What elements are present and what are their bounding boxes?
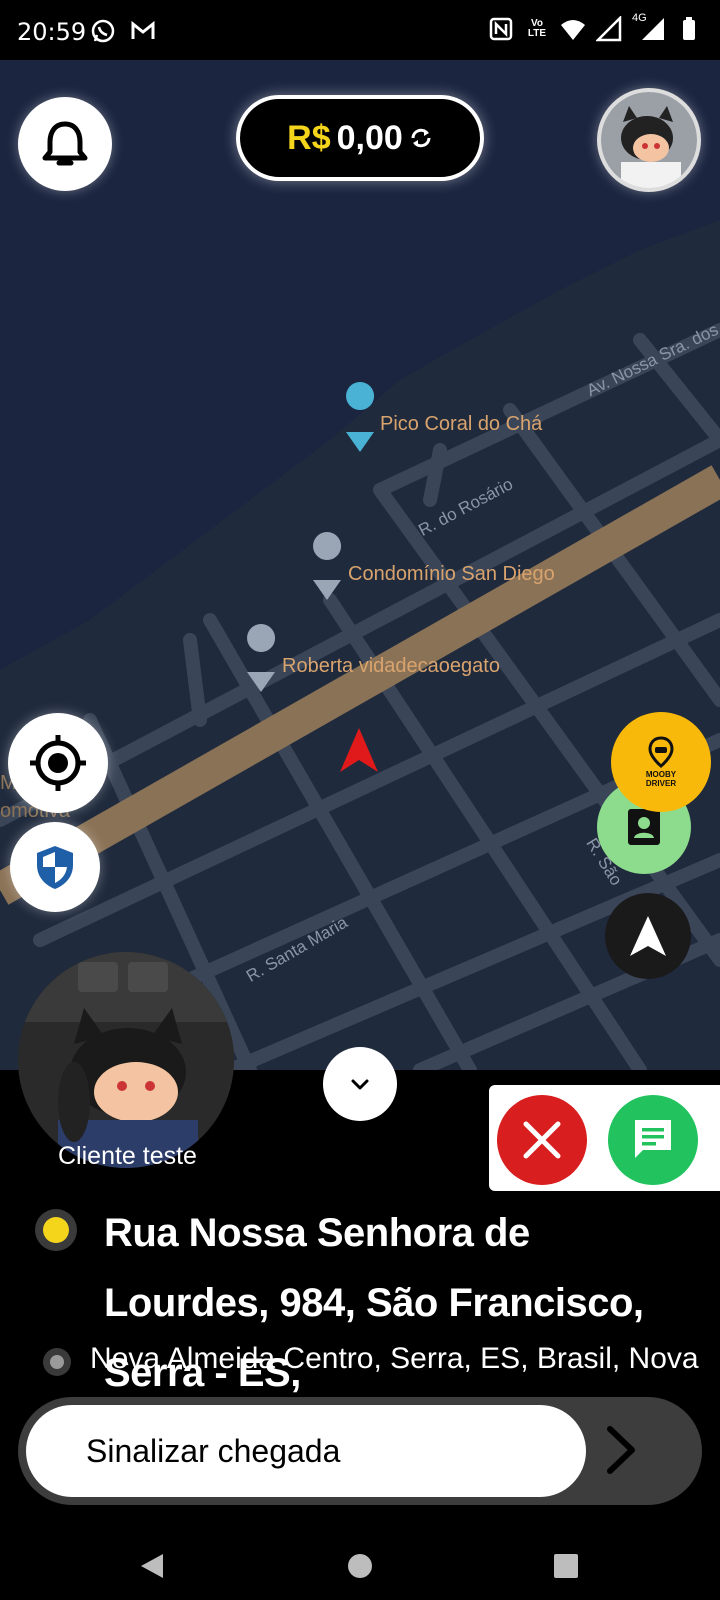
back-triangle-icon (141, 1554, 163, 1578)
home-circle-icon (348, 1554, 372, 1578)
arrival-slider[interactable]: Sinalizar chegada (18, 1397, 702, 1505)
refresh-icon (411, 128, 431, 148)
notifications-button[interactable] (18, 97, 112, 191)
client-avatar (18, 952, 234, 1168)
safety-button[interactable] (10, 822, 100, 912)
chevron-down-icon (351, 1079, 369, 1090)
poi-label[interactable]: Condomínio San Diego (348, 563, 555, 586)
volte-icon: Vo LTE (527, 18, 547, 39)
battery-icon (683, 17, 695, 40)
crosshair-icon (30, 735, 86, 791)
my-location-button[interactable] (8, 713, 108, 813)
chevron-right-icon (607, 1426, 635, 1474)
poi-label[interactable]: Pico Coral do Chá (380, 413, 542, 436)
status-bar: 20:59 Vo LTE 4G (0, 0, 720, 60)
signal-4g-icon: 4G (632, 12, 666, 42)
arrival-slider-thumb[interactable]: Sinalizar chegada (26, 1405, 586, 1497)
recents-square-icon (554, 1554, 578, 1578)
balance-currency: R$ (287, 118, 331, 157)
close-icon (523, 1121, 561, 1159)
shield-icon (37, 846, 73, 889)
avatar-image (601, 92, 697, 188)
navigation-arrow-icon (630, 916, 666, 956)
chat-button[interactable] (608, 1095, 698, 1185)
client-name: Cliente teste (58, 1142, 197, 1170)
collapse-sheet-button[interactable] (323, 1047, 397, 1121)
system-nav-bar (0, 1530, 720, 1600)
car-pin-icon (648, 736, 674, 768)
pickup-dot-icon (43, 1217, 69, 1243)
balance-pill[interactable]: R$ 0,00 (236, 95, 484, 181)
whatsapp-icon (91, 19, 115, 43)
status-time: 20:59 (17, 18, 87, 46)
arrival-slider-label: Sinalizar chegada (86, 1432, 341, 1469)
destination-marker (43, 1348, 71, 1376)
wifi-icon (561, 20, 585, 40)
chat-bubble-icon (635, 1120, 671, 1158)
mooby-driver-label: MOOBY DRIVER (645, 770, 677, 788)
bell-icon (42, 121, 88, 166)
destination-address: Nova Almeida Centro, Serra, ES, Brasil, … (90, 1342, 699, 1375)
client-photo (18, 952, 234, 1168)
balance-value: 0,00 (336, 118, 403, 157)
profile-avatar-button[interactable] (597, 88, 701, 192)
cancel-trip-button[interactable] (497, 1095, 587, 1185)
destination-dot-icon (50, 1355, 64, 1369)
poi-label[interactable]: Roberta vidadecaoegato (282, 655, 500, 678)
system-icons: Vo LTE 4G (488, 12, 702, 42)
signal-icon (596, 16, 622, 42)
nav-home-button[interactable] (344, 1550, 376, 1582)
pickup-marker (35, 1209, 77, 1251)
trip-actions (489, 1085, 720, 1191)
contact-card-icon (628, 809, 660, 845)
nav-back-button[interactable] (136, 1550, 168, 1582)
gmail-icon (131, 20, 155, 39)
mooby-driver-badge[interactable]: MOOBY DRIVER (611, 712, 711, 812)
notification-icons (90, 18, 156, 44)
navigation-button[interactable] (605, 893, 691, 979)
nav-recents-button[interactable] (550, 1550, 582, 1582)
nfc-icon (489, 17, 513, 41)
pickup-address: Rua Nossa Senhora de Lourdes, 984, São F… (104, 1211, 644, 1395)
